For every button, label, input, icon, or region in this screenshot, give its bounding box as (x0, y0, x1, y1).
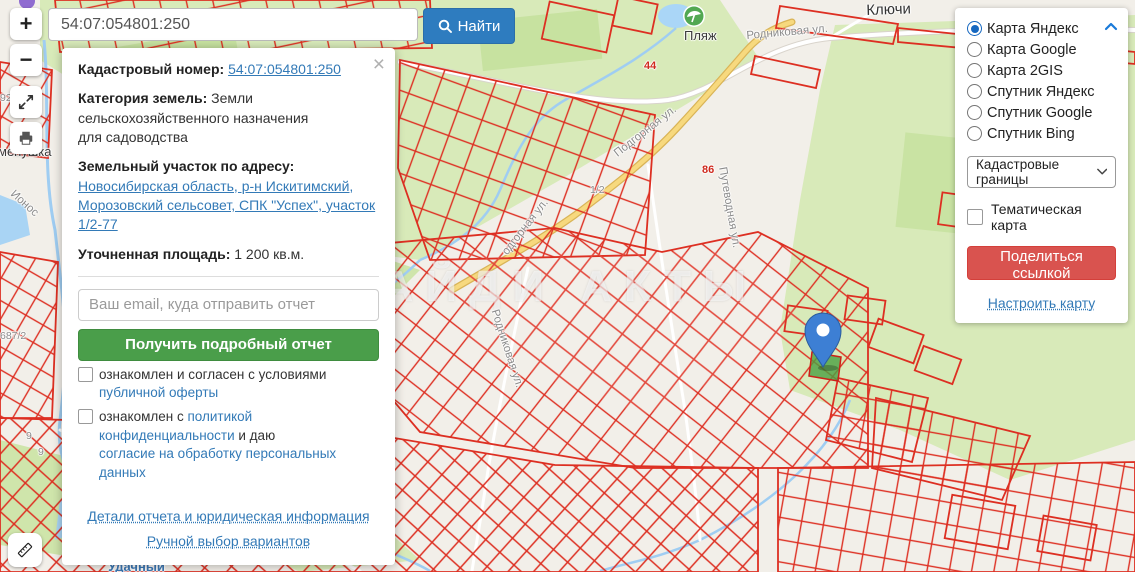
layer-option-label: Спутник Bing (987, 125, 1075, 142)
radio-icon (967, 63, 982, 78)
search-button[interactable]: Найти (423, 8, 515, 44)
search-button-label: Найти (457, 17, 501, 35)
layer-option-yandex-map[interactable]: Карта Яндекс (967, 18, 1116, 39)
map-label-1-2: 1/2 (590, 184, 605, 196)
offer-link[interactable]: публичной оферты (99, 385, 218, 400)
expand-arrows-icon (18, 94, 34, 110)
layer-option-label: Карта Google (987, 41, 1077, 58)
land-category-label: Категория земель: (78, 90, 208, 107)
personal-data-link[interactable]: согласие на обработку персональных данны… (99, 446, 336, 480)
get-report-button[interactable]: Получить подробный отчет (78, 328, 379, 361)
map-label-86: 86 (702, 164, 715, 176)
offer-checkbox[interactable] (78, 366, 93, 382)
cadastral-number-link[interactable]: 54:07:054801:250 (228, 61, 341, 77)
share-link-button[interactable]: Поделиться ссылкой (967, 246, 1116, 282)
chevron-up-icon[interactable] (1104, 21, 1118, 31)
privacy-checkbox[interactable] (78, 409, 93, 425)
cadastral-number-label: Кадастровый номер: (78, 61, 225, 77)
layer-option-label: Карта 2GIS (987, 62, 1063, 79)
map-viewport[interactable]: Ключи Пляж менушка Удачный Родниковая ул… (0, 0, 1135, 572)
layer-option-google-map[interactable]: Карта Google (967, 39, 1116, 60)
fullscreen-button[interactable] (10, 86, 42, 118)
layer-option-label: Спутник Яндекс (987, 83, 1095, 100)
thematic-checkbox[interactable] (967, 209, 983, 225)
layer-option-bing-satellite[interactable]: Спутник Bing (967, 123, 1116, 144)
area-value: 1 200 кв.м. (234, 245, 305, 262)
radio-icon (967, 42, 982, 57)
zoom-in-button[interactable]: + (10, 8, 42, 40)
thematic-checkbox-label: Тематическая карта (991, 201, 1082, 233)
printer-icon (19, 131, 33, 145)
divider (78, 275, 379, 277)
radio-icon (967, 84, 982, 99)
report-details-link[interactable]: Детали отчета и юридическая информация (87, 508, 369, 524)
map-label-687-2: 687/2 (0, 330, 27, 342)
layer-option-yandex-satellite[interactable]: Спутник Яндекс (967, 81, 1116, 102)
layer-option-google-satellite[interactable]: Спутник Google (967, 102, 1116, 123)
map-label-plyazh: Пляж (684, 28, 717, 43)
radio-icon (967, 126, 982, 141)
close-icon[interactable]: × (373, 54, 385, 75)
layer-option-label: Карта Яндекс (987, 20, 1079, 37)
boundaries-select-value: Кадастровые границы (976, 157, 1060, 187)
print-button[interactable] (10, 122, 42, 154)
layer-option-label: Спутник Google (987, 104, 1093, 121)
map-label-9a: 9 (26, 430, 32, 442)
offer-checkbox-label: ознакомлен и согласен с условиями публич… (99, 366, 327, 401)
address-label: Земельный участок по адресу: (78, 158, 295, 175)
ruler-icon (17, 542, 33, 558)
measure-button[interactable] (8, 533, 42, 567)
map-label-44: 44 (644, 60, 657, 72)
parcel-info-popup: × Кадастровый номер: 54:07:054801:250 Ка… (62, 48, 395, 566)
privacy-checkbox-label: ознакомлен с политикой конфиденциальност… (99, 409, 276, 443)
thematic-map-row[interactable]: Тематическая карта (967, 201, 1116, 233)
chevron-down-icon (1096, 168, 1107, 175)
radio-icon (967, 21, 982, 36)
map-label-9b: 9 (38, 446, 44, 458)
area-label: Уточненная площадь: (78, 245, 231, 262)
configure-map-link[interactable]: Настроить карту (967, 295, 1116, 311)
zoom-out-button[interactable]: − (10, 44, 42, 76)
search-icon (438, 19, 452, 33)
map-label-klyuchi: Ключи (866, 0, 912, 19)
layer-option-2gis-map[interactable]: Карта 2GIS (967, 60, 1116, 81)
boundaries-select[interactable]: Кадастровые границы (967, 156, 1116, 188)
manual-selection-link[interactable]: Ручной выбор вариантов (147, 533, 311, 549)
beach-icon (683, 5, 705, 27)
search-input[interactable] (48, 8, 418, 41)
address-link[interactable]: Новосибирская область, р-н Искитимский, … (78, 178, 375, 233)
layers-panel: Карта Яндекс Карта Google Карта 2GIS Спу… (955, 8, 1128, 323)
email-field[interactable] (78, 288, 379, 321)
radio-icon (967, 105, 982, 120)
